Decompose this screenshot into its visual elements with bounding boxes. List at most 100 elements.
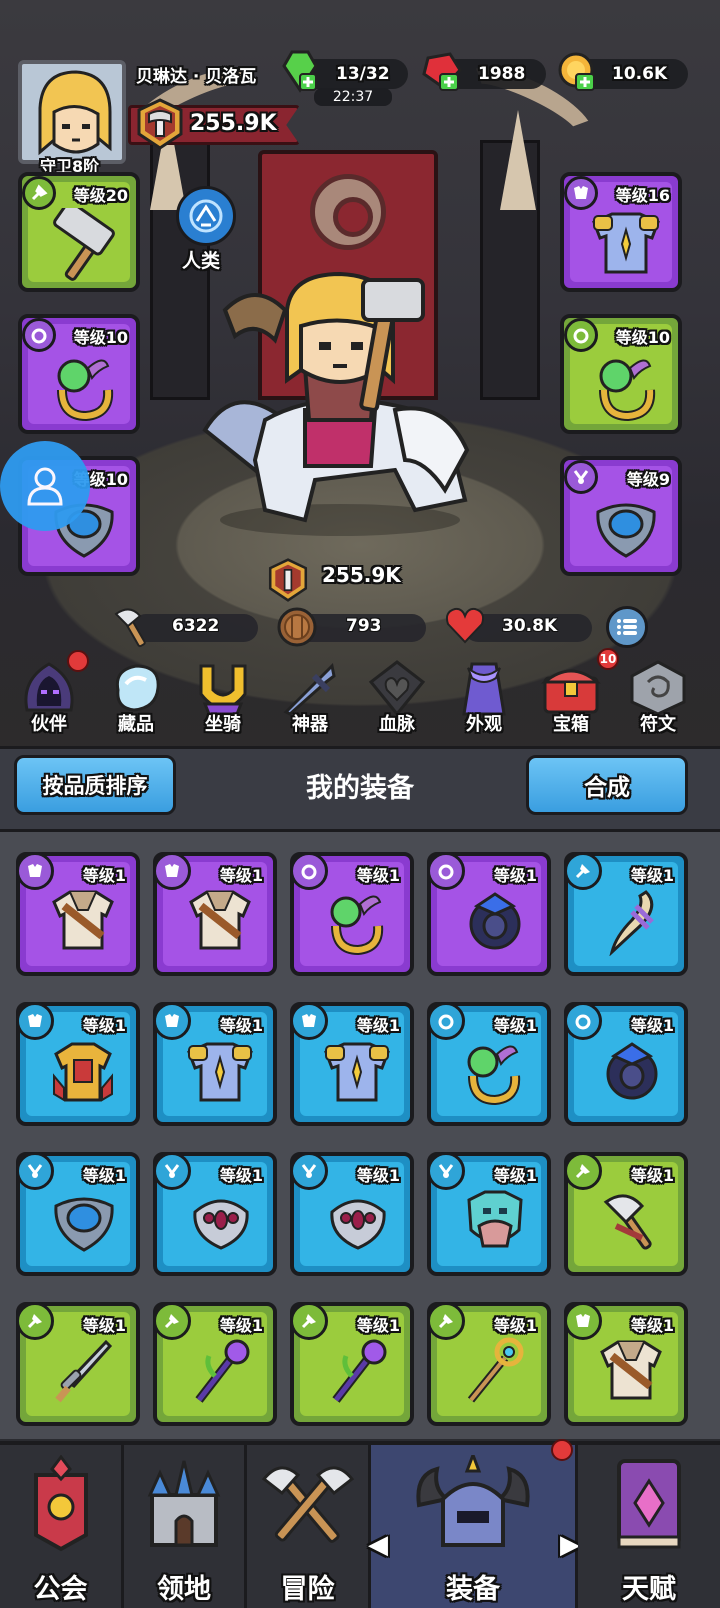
slot-level: 等级16 [615, 186, 670, 205]
inventory-item[interactable]: 等级1 [564, 1002, 688, 1126]
slot-level: 等级9 [626, 470, 670, 489]
func-appearance[interactable]: 外观 [442, 660, 526, 744]
hero-character [202, 271, 470, 536]
func-rune[interactable]: 符文 [616, 660, 700, 744]
item-level: 等级1 [219, 1316, 263, 1335]
inventory-item[interactable]: 等级1 [427, 1152, 551, 1276]
nav-territory[interactable]: 领地 [124, 1445, 247, 1608]
chest-icon [540, 669, 602, 714]
equip-slot-armor[interactable]: 等级16 [560, 172, 682, 292]
inventory-item[interactable]: 等级1 [153, 1002, 277, 1126]
user-icon [27, 467, 63, 506]
inventory-item[interactable]: 等级1 [16, 1152, 140, 1276]
nav-guild[interactable]: 公会 [0, 1445, 124, 1608]
item-level: 等级1 [82, 866, 126, 885]
ring-slot-icon [564, 318, 598, 352]
list-icon [617, 619, 637, 635]
weapon-slot-icon [16, 1302, 54, 1340]
inventory-item[interactable]: 等级1 [290, 1302, 414, 1426]
func-partner[interactable]: 伙伴 [7, 650, 91, 744]
item-level: 等级1 [630, 1166, 674, 1185]
equip-slot-ring-2[interactable]: 等级10 [560, 314, 682, 434]
castle-icon [147, 1460, 221, 1547]
gems-value: 1988 [478, 64, 526, 84]
floating-profile-button[interactable] [0, 441, 90, 531]
func-label: 神器 [292, 714, 328, 735]
inventory-item[interactable]: 等级1 [427, 1302, 551, 1426]
defense-value: 793 [346, 616, 382, 636]
combat-power-icon [137, 98, 183, 150]
chevron-left-icon: ◀ [368, 1530, 388, 1560]
leather-vest-icon [600, 1340, 662, 1400]
stats-detail-button[interactable] [606, 606, 648, 648]
item-level: 等级1 [82, 1166, 126, 1185]
nav-adventure[interactable]: 冒险 [247, 1445, 371, 1608]
inventory-item[interactable]: 等级1 [290, 1002, 414, 1126]
inventory-item[interactable]: 等级1 [16, 852, 140, 976]
inventory-item[interactable]: 等级1 [427, 852, 551, 976]
item-level: 等级1 [493, 1166, 537, 1185]
nav-talent[interactable]: 天赋 [578, 1445, 720, 1608]
inventory-item[interactable]: 等级1 [290, 1152, 414, 1276]
inventory-item[interactable]: 等级1 [564, 1302, 688, 1426]
item-level: 等级1 [493, 866, 537, 885]
ring-slot-icon [564, 1002, 602, 1040]
slot-level: 等级10 [73, 328, 128, 347]
armor-slot-icon [153, 852, 191, 890]
gold-value: 10.6K [612, 64, 668, 84]
item-level: 等级1 [356, 1316, 400, 1335]
spellbook-icon [617, 1459, 681, 1549]
inventory-item[interactable]: 等级1 [153, 1152, 277, 1276]
inventory-item[interactable]: 等级1 [564, 852, 688, 976]
ring-slot-icon [22, 318, 56, 352]
plate-armor-icon [187, 1042, 253, 1102]
merge-button[interactable]: 合成 [526, 755, 688, 815]
race-human-icon[interactable] [176, 186, 236, 246]
inventory-item[interactable]: 等级1 [16, 1002, 140, 1126]
ruby-gem-icon [422, 52, 462, 91]
item-level: 等级1 [493, 1316, 537, 1335]
equip-slot-weapon[interactable]: 等级20 [18, 172, 140, 292]
cape-icon [462, 662, 506, 716]
sort-by-quality-button[interactable]: 按品质排序 [14, 755, 176, 815]
notification-dot [67, 650, 89, 672]
equip-slot-amulet-2[interactable]: 等级9 [560, 456, 682, 576]
equip-slot-ring[interactable]: 等级10 [18, 314, 140, 434]
inventory-item[interactable]: 等级1 [427, 1002, 551, 1126]
func-mount[interactable]: 坐骑 [181, 660, 265, 744]
inventory-item[interactable]: 等级1 [16, 1302, 140, 1426]
func-label: 坐骑 [205, 714, 241, 735]
crossed-axes-icon [261, 1466, 354, 1543]
energy-value: 13/32 [336, 64, 390, 84]
inventory-item[interactable]: 等级1 [564, 1152, 688, 1276]
func-collection[interactable]: 藏品 [94, 660, 178, 744]
func-artifact[interactable]: 神器 [268, 660, 352, 744]
slot-level: 等级20 [73, 186, 128, 205]
race-label: 人类 [182, 250, 221, 272]
nav-label: 公会 [33, 1574, 88, 1605]
claw-blade-icon [609, 890, 654, 956]
armor-slot-icon [16, 852, 54, 890]
amulet-slot-icon [290, 1152, 328, 1190]
inventory-title: 我的装备 [306, 773, 414, 804]
func-label: 宝箱 [553, 714, 589, 735]
func-treasure[interactable]: 宝箱 10 [529, 648, 619, 744]
staff-icon [332, 1339, 387, 1403]
inventory-item[interactable]: 等级1 [153, 852, 277, 976]
inventory-grid: 等级1 等级1 等级1 等级1 等级1 等级1 等级1 等级1 等级1 等级1 等级1 等级1 等级1 等… [0, 829, 720, 1439]
plate-armor-icon [592, 212, 660, 274]
ring-slot-icon [427, 1002, 465, 1040]
nav-equipment[interactable]: 装备 [371, 1439, 578, 1608]
heart-icon [445, 607, 485, 644]
inventory-item[interactable]: 等级1 [153, 1302, 277, 1426]
amulet-slot-icon [153, 1152, 191, 1190]
player-avatar[interactable] [18, 60, 126, 164]
func-bloodline[interactable]: 血脉 [355, 660, 439, 744]
inventory-item[interactable]: 等级1 [290, 852, 414, 976]
player-name: 贝琳达 · 贝洛瓦 [136, 67, 257, 87]
horseshoe-icon [199, 664, 247, 716]
gem-staff-icon [467, 1337, 524, 1403]
plate-armor-icon [324, 1042, 390, 1102]
item-level: 等级1 [219, 866, 263, 885]
slot-level: 等级10 [615, 328, 670, 347]
